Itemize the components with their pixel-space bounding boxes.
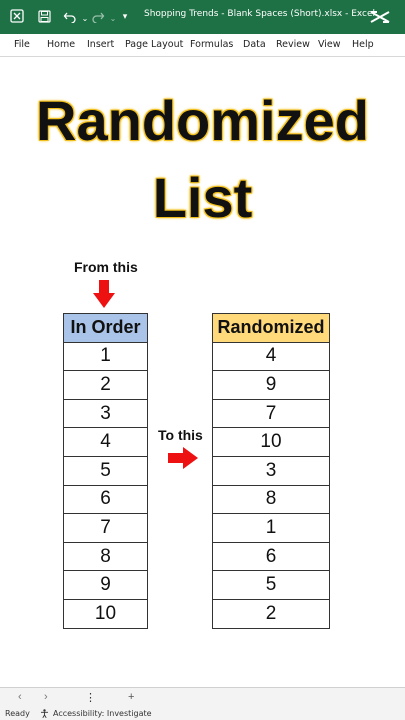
tab-formulas[interactable]: Formulas [190, 39, 233, 50]
tab-file[interactable]: File [14, 39, 30, 50]
in-order-cell[interactable]: 4 [63, 427, 148, 457]
prev-sheet-icon[interactable]: ‹ [18, 691, 22, 703]
randomized-cell[interactable]: 9 [212, 370, 330, 400]
tab-help[interactable]: Help [352, 39, 374, 50]
tab-insert[interactable]: Insert [87, 39, 114, 50]
tab-view[interactable]: View [318, 39, 341, 50]
tab-review[interactable]: Review [276, 39, 310, 50]
more-sheets-icon[interactable]: ⋮ [85, 691, 96, 704]
accessibility-status[interactable]: Accessibility: Investigate [53, 709, 152, 718]
document-title: Shopping Trends - Blank Spaces (Short).x… [144, 9, 376, 19]
ready-status: Ready [5, 709, 30, 718]
randomized-table: Randomized 4 9 7 10 3 8 1 6 5 2 [212, 313, 330, 629]
randomized-cell[interactable]: 5 [212, 570, 330, 600]
tab-data[interactable]: Data [243, 39, 266, 50]
in-order-header[interactable]: In Order [63, 313, 148, 343]
title-bar: ⌄ ⌄ ▾ Shopping Trends - Blank Spaces (Sh… [0, 0, 405, 34]
to-label: To this [158, 427, 203, 443]
randomized-cell[interactable]: 3 [212, 455, 330, 486]
from-label: From this [74, 259, 138, 275]
in-order-cell[interactable]: 2 [63, 370, 148, 400]
tab-home[interactable]: Home [47, 39, 75, 50]
excel-icon[interactable] [8, 7, 26, 25]
ribbon-tabs: File Home Insert Page Layout Formulas Da… [0, 34, 405, 57]
randomized-cell[interactable]: 4 [212, 341, 330, 372]
add-sheet-icon[interactable]: + [128, 691, 134, 703]
heading-line-2: List [152, 166, 253, 229]
in-order-cell[interactable]: 7 [63, 513, 148, 543]
accessibility-icon[interactable] [40, 709, 49, 720]
in-order-table: In Order 1 2 3 4 5 6 7 8 9 10 [63, 313, 148, 629]
customize-toolbar-icon[interactable]: ▾ [116, 7, 134, 25]
randomized-header[interactable]: Randomized [212, 313, 330, 343]
randomized-cell[interactable]: 2 [212, 598, 330, 629]
in-order-cell[interactable]: 1 [63, 341, 148, 372]
arrow-right-icon [168, 447, 198, 469]
status-bar: Ready Accessibility: Investigate [0, 707, 405, 720]
randomized-cell[interactable]: 1 [212, 513, 330, 543]
randomized-cell[interactable]: 8 [212, 484, 330, 515]
next-sheet-icon[interactable]: › [44, 691, 48, 703]
in-order-cell[interactable]: 3 [63, 398, 148, 429]
in-order-cell[interactable]: 8 [63, 541, 148, 572]
tab-page-layout[interactable]: Page Layout [125, 39, 183, 50]
in-order-cell[interactable]: 9 [63, 570, 148, 600]
in-order-cell[interactable]: 5 [63, 455, 148, 486]
randomized-cell[interactable]: 7 [212, 398, 330, 429]
in-order-cell[interactable]: 6 [63, 484, 148, 515]
in-order-cell[interactable]: 10 [63, 598, 148, 629]
randomized-cell[interactable]: 10 [212, 427, 330, 457]
arrow-down-icon [93, 280, 115, 308]
sheet-tab-bar: ‹ › ⋮ + [0, 687, 405, 708]
save-icon[interactable] [35, 7, 53, 25]
capcut-icon [369, 9, 391, 28]
heading-line-1: Randomized [36, 89, 369, 152]
randomized-cell[interactable]: 6 [212, 541, 330, 572]
